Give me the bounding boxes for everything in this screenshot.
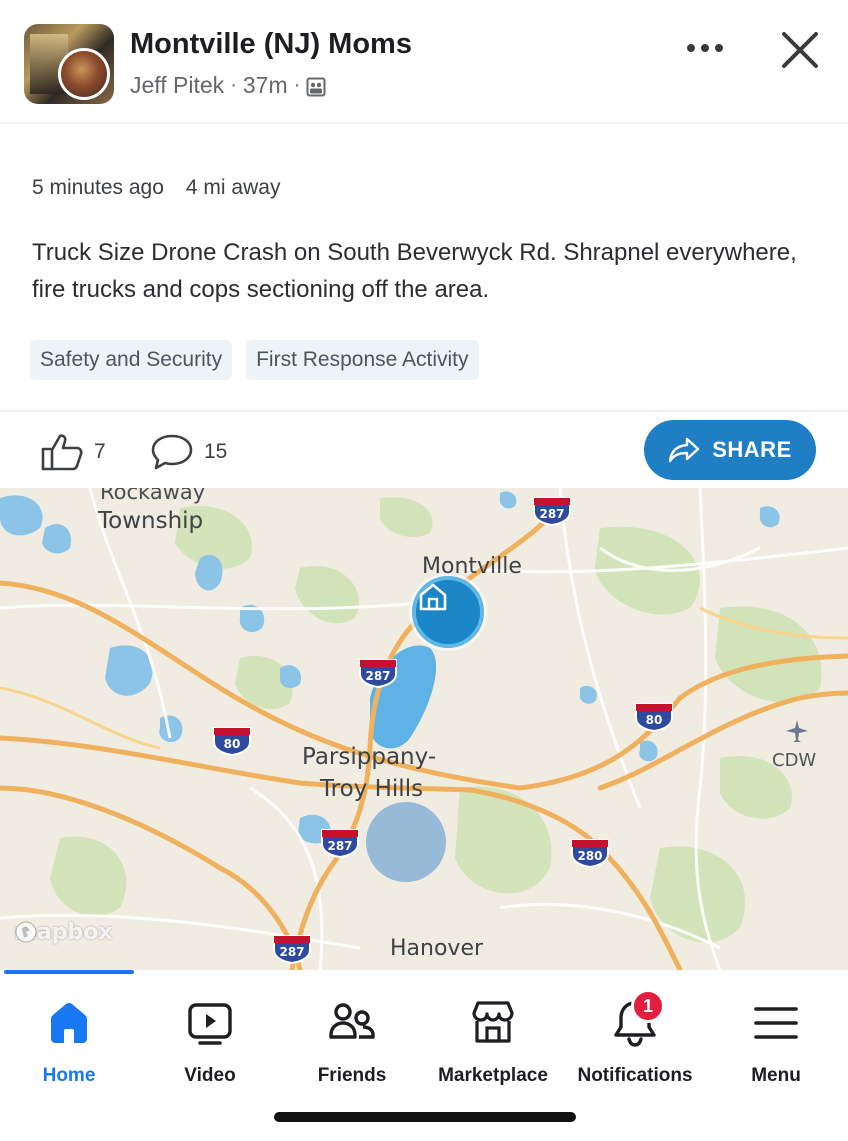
airport-icon [786,720,808,742]
map-label-rockaway: Rockaway [100,488,206,504]
more-options-button[interactable] [680,30,730,66]
nav-home[interactable]: Home [40,995,98,1087]
author-avatar [58,48,110,100]
close-button[interactable] [776,26,824,74]
interstate-shield: 287 [320,828,360,858]
home-indicator[interactable] [274,1112,576,1122]
active-tab-indicator [4,970,134,974]
friends-icon [324,995,380,1051]
group-privacy-icon [306,76,326,96]
map-label-township: Township [98,508,204,534]
map-label-parsippany: Parsippany- [302,744,437,770]
interstate-shield: 280 [570,838,610,868]
nav-friends[interactable]: Friends [314,995,390,1087]
bottom-navigation: Home Video Friends Marketplace 1 Notific… [0,975,848,1095]
home-icon [419,583,447,611]
meta-separator: · [293,74,301,96]
like-count: 7 [94,440,106,463]
tag-safety[interactable]: Safety and Security [30,340,233,380]
interstate-shield: 287 [358,658,398,688]
mapbox-attribution: mapbox [14,920,113,945]
group-name[interactable]: Montville (NJ) Moms [130,28,412,61]
home-location-pin[interactable] [412,576,484,648]
notification-badge: 1 [631,989,665,1023]
post-header: Montville (NJ) Moms Jeff Pitek · 37m · [0,0,848,122]
map-label-hanover: Hanover [390,936,484,961]
comment-count: 15 [204,440,228,463]
nav-notifications-label: Notifications [577,1065,693,1086]
interstate-shield: 287 [272,934,312,964]
card-time: 5 minutes ago [32,176,164,199]
meta-separator: · [230,74,237,96]
map-label-montville: Montville [422,554,522,579]
comment-bubble-icon [151,434,193,470]
author-name[interactable]: Jeff Pitek [130,72,224,99]
card-actions: 7 15 SHARE [0,412,848,490]
card-distance: 4 mi away [185,176,281,199]
bell-icon: 1 [607,989,665,1051]
nav-video[interactable]: Video [180,995,240,1087]
tag-list: Safety and Security First Response Activ… [30,340,479,380]
nav-notifications[interactable]: 1 Notifications [572,989,698,1087]
video-icon [182,995,238,1051]
close-icon [782,32,818,68]
nav-home-label: Home [42,1065,96,1086]
like-button[interactable]: 7 [40,432,106,472]
thumbs-up-icon [41,434,83,471]
share-button[interactable]: SHARE [644,420,816,480]
tag-first-response[interactable]: First Response Activity [246,340,479,380]
nav-marketplace[interactable]: Marketplace [434,995,552,1087]
card-meta: 5 minutes ago 4 mi away [32,176,280,200]
share-arrow-icon [669,437,700,463]
mapbox-logo-icon [15,921,37,943]
nav-video-label: Video [184,1065,236,1086]
post-meta: Jeff Pitek · 37m · [130,72,326,99]
nav-menu-label: Menu [751,1065,801,1086]
nav-friends-label: Friends [317,1065,387,1086]
interstate-shield: 80 [212,726,252,756]
map-label-troy-hills: Troy Hills [320,776,424,802]
marketplace-icon [465,995,521,1051]
home-icon [41,995,97,1051]
map-label-cdw: CDW [772,750,817,771]
more-dots-icon [687,44,723,52]
shared-post-card[interactable]: 5 minutes ago 4 mi away Truck Size Drone… [0,122,848,488]
nav-marketplace-label: Marketplace [438,1065,548,1086]
share-label: SHARE [712,437,792,462]
menu-icon [748,995,804,1051]
group-avatar[interactable] [24,24,114,104]
location-accuracy-circle [366,802,446,882]
comment-button[interactable]: 15 [150,432,227,472]
location-map[interactable]: Rockaway Township Montville Parsippany- … [0,488,848,970]
post-time[interactable]: 37m [243,72,288,99]
nav-menu[interactable]: Menu [748,995,804,1087]
interstate-shield: 80 [634,702,674,732]
post-text: Truck Size Drone Crash on South Beverwyc… [32,239,797,303]
interstate-shield: 287 [532,496,572,526]
